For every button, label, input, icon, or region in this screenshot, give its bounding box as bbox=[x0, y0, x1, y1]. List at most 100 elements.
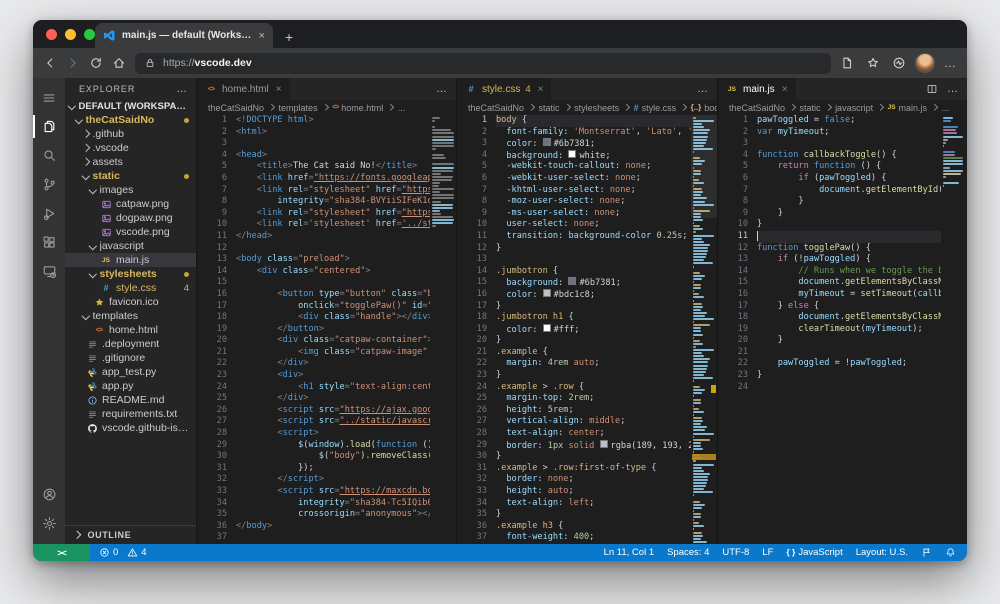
tree-item[interactable]: theCatSaidNo bbox=[65, 113, 196, 127]
editor-surface[interactable]: 123456789101112131415161718192021222324p… bbox=[718, 115, 967, 544]
tab-close-icon[interactable]: × bbox=[259, 30, 265, 42]
status-item[interactable] bbox=[921, 547, 932, 558]
minimap[interactable] bbox=[430, 115, 456, 544]
account-icon[interactable] bbox=[33, 480, 65, 509]
tree-item[interactable]: images bbox=[65, 183, 196, 197]
breadcrumb-item[interactable]: templates bbox=[279, 103, 318, 113]
breadcrumb-item[interactable]: theCatSaidNo bbox=[468, 103, 524, 113]
outline-section-header[interactable]: OUTLINE bbox=[65, 525, 196, 544]
breadcrumb-item[interactable]: theCatSaidNo bbox=[729, 103, 785, 113]
split-editor-icon[interactable] bbox=[926, 83, 938, 95]
tree-item[interactable]: vscode.png bbox=[65, 225, 196, 239]
breadcrumb-item[interactable]: static bbox=[800, 103, 821, 113]
status-item[interactable]: Spaces: 4 bbox=[667, 547, 709, 558]
sidebar-more-button[interactable]: … bbox=[176, 83, 188, 95]
reload-icon[interactable] bbox=[89, 56, 103, 70]
tree-item[interactable]: assets bbox=[65, 155, 196, 169]
tree-item[interactable]: app.py bbox=[65, 379, 196, 393]
breadcrumb-item[interactable]: stylesheets bbox=[574, 103, 619, 113]
status-item[interactable]: LF bbox=[762, 547, 773, 558]
remote-indicator[interactable]: >< bbox=[33, 544, 90, 561]
browser-essentials-icon[interactable] bbox=[892, 56, 906, 70]
more-actions-icon[interactable]: … bbox=[947, 83, 958, 95]
breadcrumb-item[interactable]: <>home.html bbox=[332, 103, 383, 113]
tree-item[interactable]: JSmain.js bbox=[65, 253, 196, 267]
tab-close-icon[interactable]: × bbox=[782, 84, 788, 95]
breadcrumb-item[interactable]: javascript bbox=[835, 103, 873, 113]
editor-tab-style-css[interactable]: #style.css4× bbox=[457, 78, 552, 100]
address-bar[interactable]: https://vscode.dev bbox=[135, 53, 831, 74]
remote-explorer-icon[interactable] bbox=[33, 257, 65, 286]
tree-item[interactable]: README.md bbox=[65, 393, 196, 407]
tree-item[interactable]: javascript bbox=[65, 239, 196, 253]
status-item[interactable]: { }JavaScript bbox=[786, 547, 842, 558]
explorer-icon[interactable] bbox=[33, 112, 65, 141]
status-item[interactable]: UTF-8 bbox=[722, 547, 749, 558]
settings-gear-icon[interactable] bbox=[33, 509, 65, 538]
modified-dot-badge bbox=[184, 174, 189, 179]
zoom-window-button[interactable] bbox=[84, 29, 95, 40]
status-item[interactable]: Ln 11, Col 1 bbox=[604, 547, 655, 558]
back-icon[interactable] bbox=[43, 56, 57, 70]
home-icon[interactable] bbox=[112, 56, 126, 70]
run-debug-icon[interactable] bbox=[33, 199, 65, 228]
tree-item[interactable]: <>home.html bbox=[65, 323, 196, 337]
breadcrumb-item[interactable]: {..}body bbox=[691, 103, 717, 113]
code-content[interactable]: body { font-family: 'Montserrat', 'Lato'… bbox=[496, 115, 691, 544]
minimize-window-button[interactable] bbox=[65, 29, 76, 40]
tree-item[interactable]: templates bbox=[65, 309, 196, 323]
tree-item[interactable]: vscode.github-issues bbox=[65, 421, 196, 435]
tree-item[interactable]: .deployment bbox=[65, 337, 196, 351]
minimap-slider[interactable] bbox=[691, 115, 717, 218]
close-window-button[interactable] bbox=[46, 29, 57, 40]
tree-item[interactable]: .gitignore bbox=[65, 351, 196, 365]
tree-item[interactable]: DEFAULT (WORKSPACE) bbox=[65, 99, 196, 113]
breadcrumb-item[interactable]: #style.css bbox=[634, 103, 677, 113]
status-problems[interactable]: 4 bbox=[127, 547, 146, 558]
tree-item[interactable]: dogpaw.png bbox=[65, 211, 196, 225]
editor-tab-home-html[interactable]: <>home.html× bbox=[197, 78, 291, 100]
status-item[interactable]: Layout: U.S. bbox=[856, 547, 908, 558]
menu-icon[interactable] bbox=[33, 83, 65, 112]
search-icon[interactable] bbox=[33, 141, 65, 170]
editor-tab-main-js[interactable]: JSmain.js× bbox=[718, 78, 797, 100]
tab-close-icon[interactable]: × bbox=[538, 84, 544, 95]
new-tab-button[interactable]: + bbox=[285, 30, 293, 44]
minimap[interactable] bbox=[691, 115, 717, 544]
code-content[interactable]: <!DOCTYPE html><html><head> <title>The C… bbox=[236, 115, 430, 544]
more-actions-icon[interactable]: … bbox=[436, 83, 447, 95]
minimap-line bbox=[432, 191, 440, 193]
editor-surface[interactable]: 1234567891011121314151617181920212223242… bbox=[197, 115, 456, 544]
tree-item[interactable]: requirements.txt bbox=[65, 407, 196, 421]
source-control-icon[interactable] bbox=[33, 170, 65, 199]
tree-item[interactable]: app_test.py bbox=[65, 365, 196, 379]
tree-item[interactable]: stylesheets bbox=[65, 267, 196, 281]
breadcrumb-item[interactable]: theCatSaidNo bbox=[208, 103, 264, 113]
document-icon[interactable] bbox=[840, 56, 854, 70]
tree-item[interactable]: .vscode bbox=[65, 141, 196, 155]
extensions-icon[interactable] bbox=[33, 228, 65, 257]
minimap[interactable] bbox=[941, 115, 967, 544]
browser-menu-button[interactable]: … bbox=[944, 56, 957, 70]
tree-item[interactable]: catpaw.png bbox=[65, 197, 196, 211]
tree-item[interactable]: #style.css4 bbox=[65, 281, 196, 295]
tree-item[interactable]: .github bbox=[65, 127, 196, 141]
line-number: 1 bbox=[457, 115, 487, 127]
status-problems[interactable]: 0 bbox=[99, 547, 118, 558]
more-actions-icon[interactable]: … bbox=[697, 83, 708, 95]
forward-icon[interactable] bbox=[66, 56, 80, 70]
code-content[interactable]: pawToggled = false;var myTimeout;functio… bbox=[757, 115, 941, 544]
favorites-icon[interactable] bbox=[866, 56, 880, 70]
breadcrumb-item[interactable]: ... bbox=[942, 103, 950, 113]
editor-surface[interactable]: 1234567891011121314151617181920212223242… bbox=[457, 115, 717, 544]
breadcrumb-item[interactable]: static bbox=[539, 103, 560, 113]
tab-close-icon[interactable]: × bbox=[276, 84, 282, 95]
profile-avatar[interactable] bbox=[915, 53, 935, 73]
tree-item[interactable]: static bbox=[65, 169, 196, 183]
browser-tab[interactable]: main.js — default (Workspace) × bbox=[95, 23, 273, 48]
breadcrumb-item[interactable]: JSmain.js bbox=[888, 103, 927, 113]
status-item[interactable] bbox=[945, 547, 956, 558]
minimap-line bbox=[693, 358, 710, 360]
breadcrumb-item[interactable]: ... bbox=[398, 103, 406, 113]
tree-item[interactable]: favicon.ico bbox=[65, 295, 196, 309]
